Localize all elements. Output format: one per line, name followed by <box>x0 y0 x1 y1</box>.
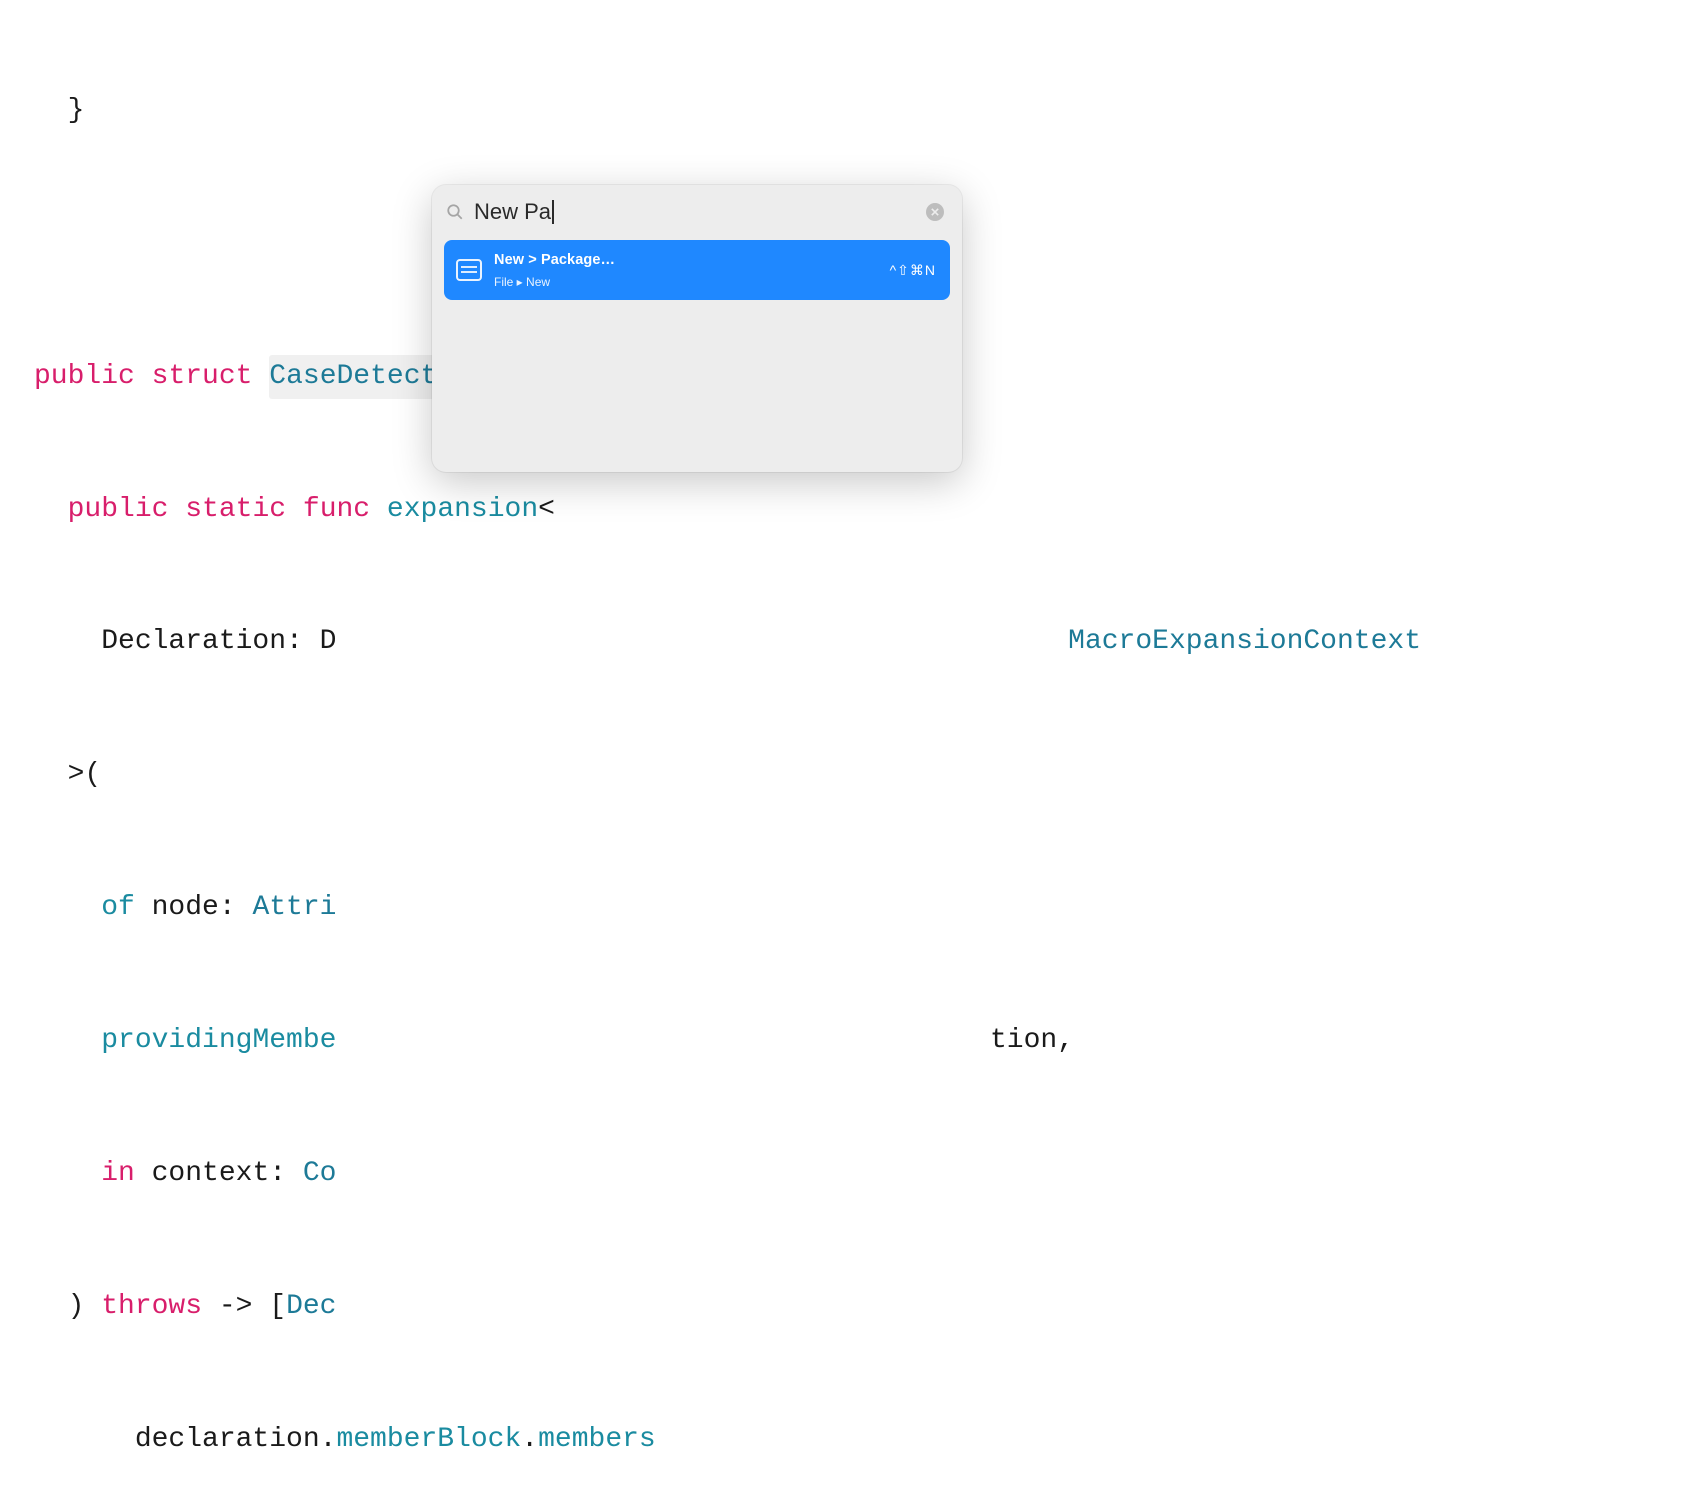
code-token: struct <box>152 355 253 399</box>
code-token <box>34 1025 101 1056</box>
code-token: of <box>101 886 135 930</box>
search-icon <box>446 203 464 221</box>
code-line: >( <box>34 753 1684 798</box>
package-icon <box>456 259 482 281</box>
code-token: tion, <box>990 1019 1074 1063</box>
code-token: public <box>68 488 169 532</box>
code-token: providingMembe <box>101 1025 336 1056</box>
close-icon <box>931 208 939 216</box>
code-token: members <box>538 1418 656 1462</box>
search-input-text: New Pa <box>474 199 551 224</box>
code-token <box>252 355 269 399</box>
code-token: context: <box>135 1152 303 1196</box>
result-title: New > Package… <box>494 249 878 272</box>
code-token: Attri <box>252 886 336 930</box>
result-subtitle: File ▸ New <box>494 273 878 292</box>
code-token: Co <box>303 1152 337 1196</box>
code-line: ) throws -> [Dec <box>34 1285 1684 1330</box>
code-token: throws <box>101 1285 202 1329</box>
code-line: Declaration: D MacroExpansionContext <box>34 620 1684 665</box>
code-token: static <box>185 488 286 532</box>
code-token: node: <box>135 886 253 930</box>
search-input[interactable]: New Pa <box>474 195 916 230</box>
code-token: func <box>303 488 370 532</box>
code-token: } <box>34 89 84 133</box>
code-token: MacroExpansionContext <box>1068 620 1421 664</box>
result-text: New > Package… File ▸ New <box>494 249 878 292</box>
code-token: . <box>521 1418 538 1462</box>
code-token: >( <box>34 753 101 797</box>
code-token: Dec <box>286 1285 336 1329</box>
code-token <box>34 488 68 532</box>
code-token <box>135 355 152 399</box>
search-results: New > Package… File ▸ New ^⇧⌘N <box>432 240 962 300</box>
code-line: of node: Attri <box>34 886 1684 931</box>
code-token <box>286 488 303 532</box>
text-caret <box>552 200 554 224</box>
code-line: } <box>34 88 1684 133</box>
code-token <box>370 488 387 532</box>
code-line: in context: Co <box>34 1152 1684 1197</box>
result-shortcut: ^⇧⌘N <box>890 259 936 281</box>
code-token: public <box>34 355 135 399</box>
code-token: expansion <box>387 488 538 532</box>
code-token: ) <box>34 1285 101 1329</box>
search-row: New Pa <box>432 185 962 240</box>
code-token: in <box>101 1152 135 1196</box>
code-line: providingMembe tion, <box>34 1019 1684 1064</box>
code-token: declaration. <box>34 1418 336 1462</box>
result-item-new-package[interactable]: New > Package… File ▸ New ^⇧⌘N <box>444 240 950 300</box>
command-palette: New Pa New > Package… File ▸ New ^⇧⌘N <box>432 185 962 472</box>
code-token <box>34 1152 101 1196</box>
code-token: Declaration: D <box>34 626 336 657</box>
code-token: < <box>538 488 555 532</box>
code-line: declaration.memberBlock.members <box>34 1418 1684 1463</box>
code-token: -> [ <box>202 1285 286 1329</box>
code-token <box>168 488 185 532</box>
code-line: public static func expansion< <box>34 487 1684 532</box>
code-token: memberBlock <box>336 1418 521 1462</box>
clear-search-button[interactable] <box>926 203 944 221</box>
code-token <box>34 886 101 930</box>
